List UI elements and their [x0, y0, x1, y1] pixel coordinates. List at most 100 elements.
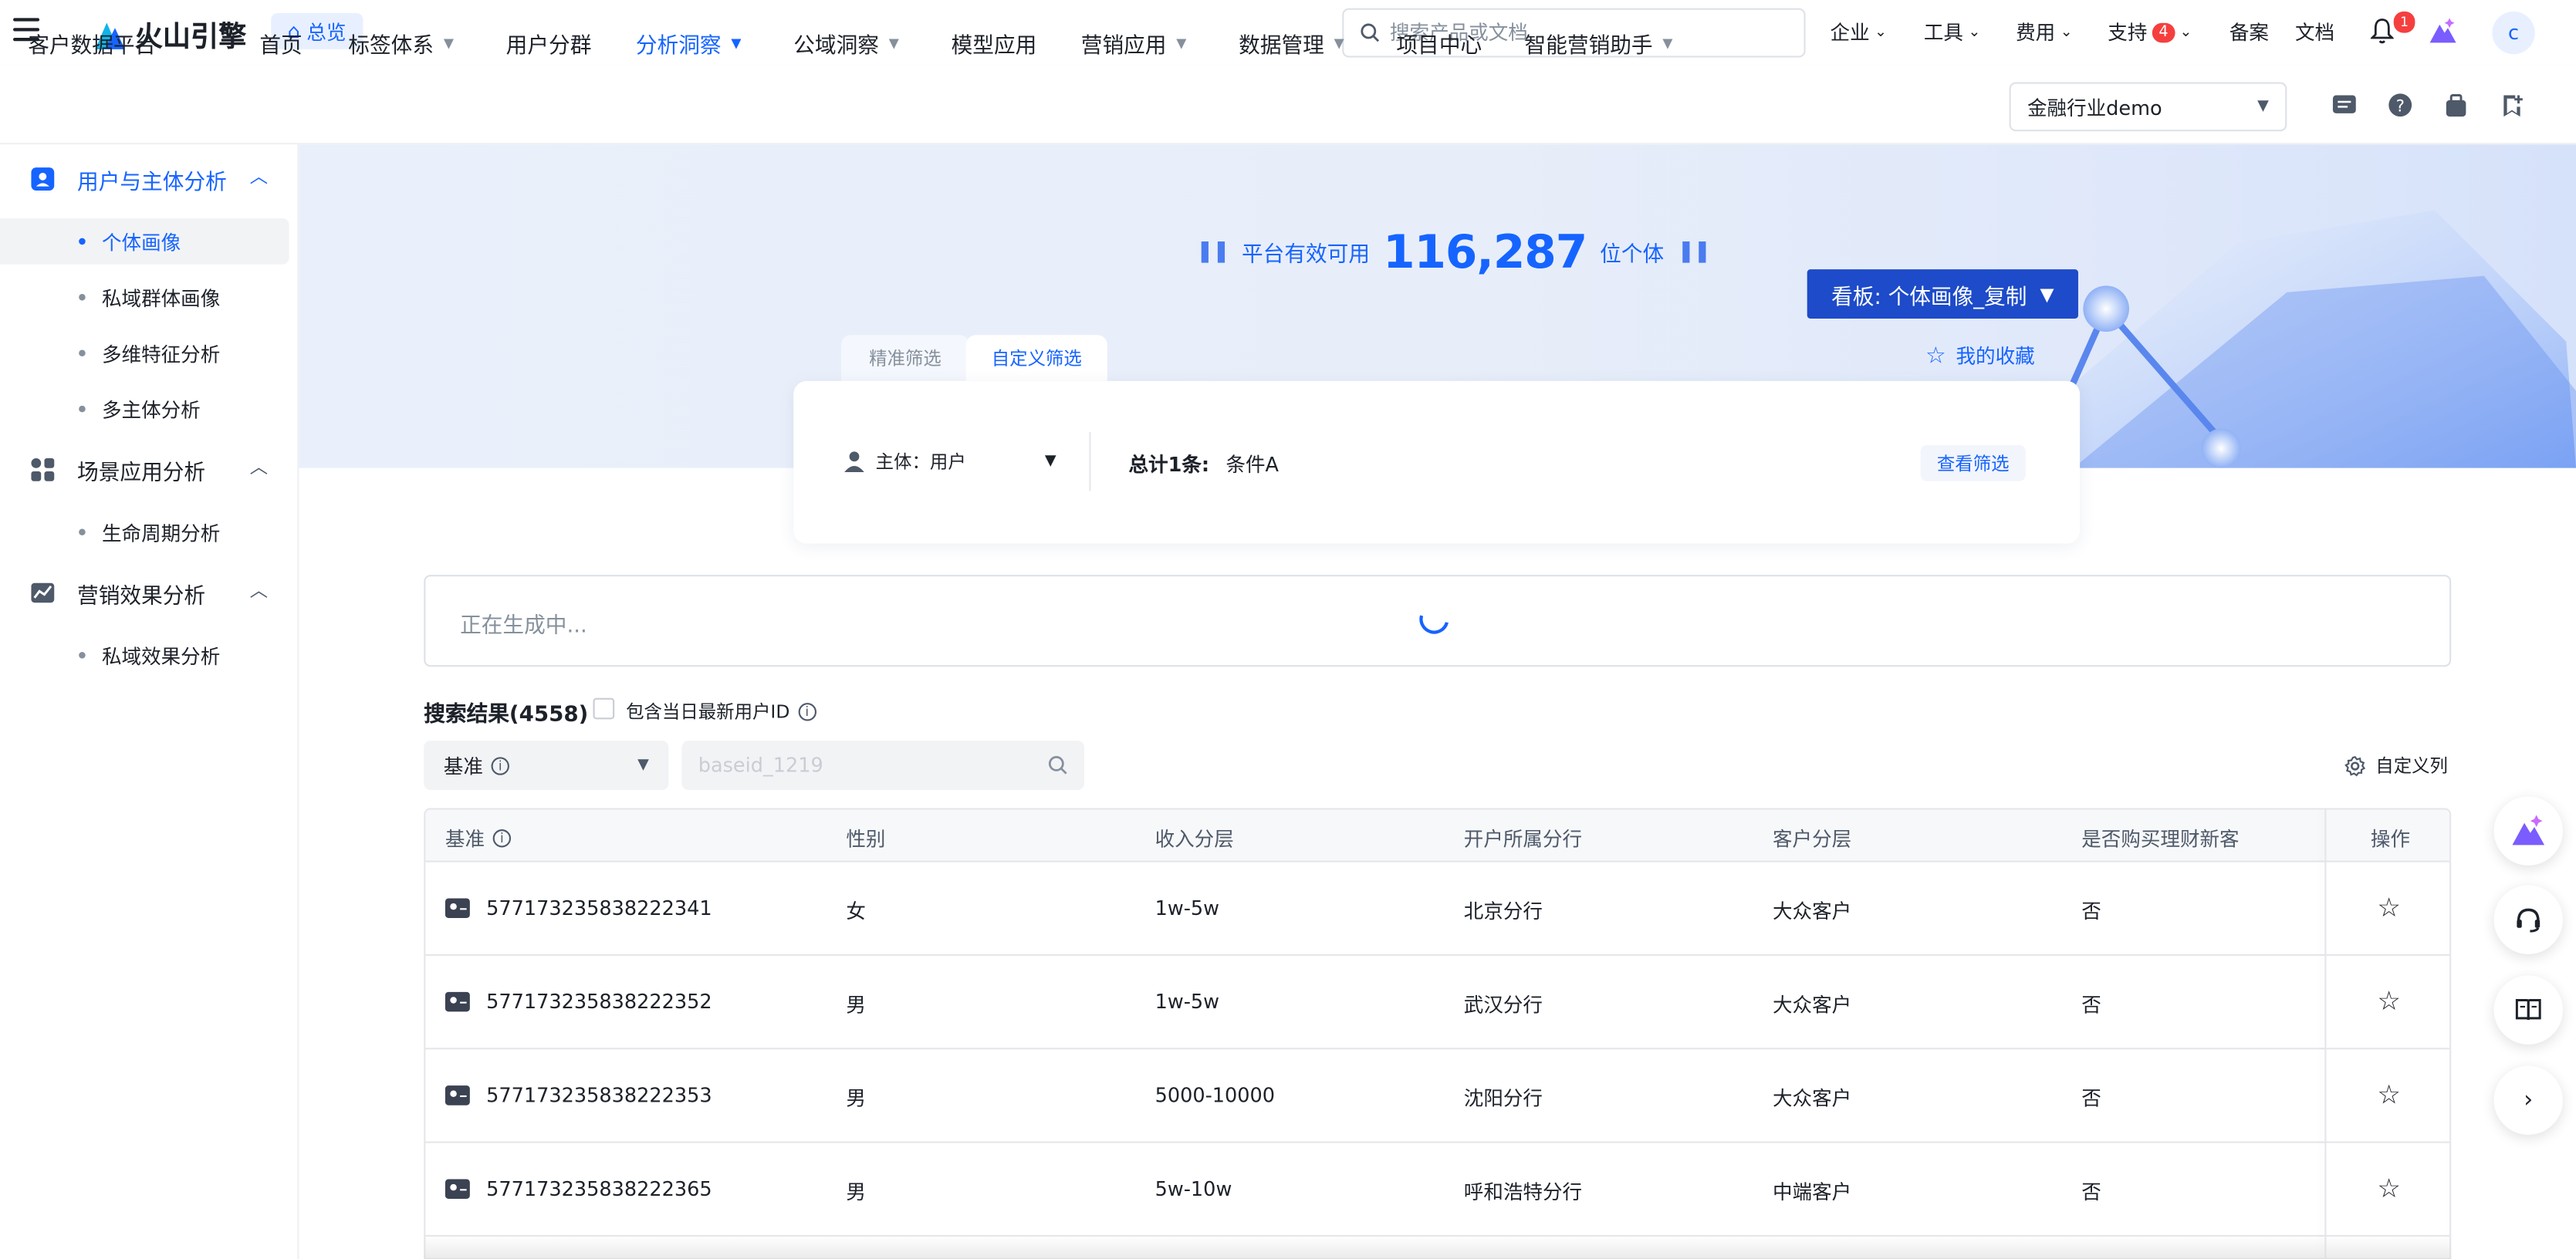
billing-menu[interactable]: 费用 ⌄: [2016, 18, 2073, 46]
results-title: 搜索结果(4558): [424, 703, 589, 728]
hero-prefix: 平台有效可用: [1241, 243, 1371, 268]
divider: [1089, 431, 1091, 491]
cell-id[interactable]: 577173235838222365: [445, 1177, 712, 1200]
sidebar-group-marketing-effect[interactable]: 营销效果分析 ︿: [0, 573, 299, 613]
nav-project-center[interactable]: 项目中心: [1397, 28, 1482, 59]
cell-id-value: 577173235838222353: [486, 1084, 712, 1107]
enterprise-label: 企业: [1830, 21, 1870, 45]
tab-custom-filter[interactable]: 自定义筛选: [965, 335, 1107, 381]
nav-model-app[interactable]: 模型应用: [952, 28, 1037, 59]
sidebar-item-label: 多维特征分析: [101, 342, 221, 366]
tools-menu[interactable]: 工具 ⌄: [1924, 18, 1981, 46]
ai-assistant-icon: [2512, 815, 2545, 846]
table-row[interactable]: 577173235838222365 男 5w-10w 呼和浩特分行 中端客户 …: [425, 1143, 2450, 1237]
cell-id[interactable]: 577173235838222341: [445, 896, 712, 920]
message-icon[interactable]: [2331, 92, 2358, 118]
star-outline-icon[interactable]: ☆: [2377, 1079, 2401, 1110]
custom-columns-button[interactable]: 自定义列: [2344, 752, 2448, 778]
help-icon[interactable]: ?: [2387, 92, 2413, 118]
star-outline-icon[interactable]: ☆: [2377, 892, 2401, 923]
avatar[interactable]: c: [2492, 11, 2535, 55]
column-header-customer-tier: 客户分层: [1773, 825, 1851, 852]
search-icon[interactable]: [1048, 755, 1068, 775]
sidebar-group-scenario[interactable]: 场景应用分析 ︿: [0, 450, 299, 489]
nav-marketing-app[interactable]: 营销应用 ▼: [1081, 28, 1187, 59]
support-menu[interactable]: 支持 4 ⌄: [2108, 18, 2192, 46]
subject-select[interactable]: 主体：用户 ▼: [843, 448, 1056, 474]
bookmark-add-icon[interactable]: [2499, 92, 2525, 118]
cell-branch: 武汉分行: [1463, 993, 1543, 1017]
nav-smart-marketing[interactable]: 智能营销助手 ▼: [1525, 28, 1673, 59]
sidebar-item-individual-profile[interactable]: 个体画像: [0, 218, 289, 265]
star-outline-icon[interactable]: ☆: [2377, 985, 2401, 1016]
cell-income: 5w-10w: [1154, 1177, 1232, 1201]
sidebar-item-lifecycle[interactable]: 生命周期分析: [0, 509, 289, 555]
info-icon[interactable]: i: [798, 702, 816, 721]
star-outline-icon[interactable]: ☆: [2377, 1173, 2401, 1203]
docs-link[interactable]: 文档: [2295, 18, 2334, 46]
enterprise-menu[interactable]: 企业 ⌄: [1831, 18, 1888, 46]
bullet-dot: [79, 238, 86, 245]
caret-down-icon: ▼: [2040, 283, 2054, 305]
id-search-input[interactable]: [698, 754, 1027, 777]
nav-public-insight[interactable]: 公域洞察 ▼: [793, 28, 899, 59]
bell-icon[interactable]: [2370, 18, 2394, 44]
chevron-up-icon: ︿: [249, 166, 268, 187]
cell-id[interactable]: 577173235838222353: [445, 1084, 712, 1107]
view-filter-button[interactable]: 查看筛选: [1920, 444, 2026, 481]
info-icon[interactable]: i: [492, 829, 512, 848]
include-today-checkbox[interactable]: [593, 697, 615, 720]
star-outline-icon: ☆: [1925, 342, 1946, 369]
chevron-down-icon: ⌄: [2179, 23, 2192, 41]
sidebar-item-private-group-profile[interactable]: 私域群体画像: [0, 275, 289, 321]
sidebar-item-private-effect[interactable]: 私域效果分析: [0, 633, 289, 679]
cell-new-wealth-buyer: 否: [2081, 1180, 2101, 1204]
notification-badge: 1: [2393, 11, 2415, 33]
nav-home-label: 首页: [259, 34, 303, 59]
briefcase-icon[interactable]: [2443, 92, 2470, 118]
filing-link[interactable]: 备案: [2229, 18, 2269, 46]
sidebar-group-label: 营销效果分析: [77, 583, 206, 609]
customer-service-float-button[interactable]: [2493, 885, 2563, 954]
person-icon: [844, 451, 864, 473]
my-favorites-link[interactable]: ☆ 我的收藏: [1925, 342, 2035, 370]
nav-analysis-insight[interactable]: 分析洞察 ▼: [636, 28, 742, 59]
cell-branch: 呼和浩特分行: [1463, 1180, 1583, 1204]
column-header-baseline: 基准 i: [445, 825, 512, 852]
tab-label: 精准筛选: [869, 348, 941, 370]
cell-income: 1w-5w: [1154, 896, 1220, 920]
cell-id[interactable]: 577173235838222352: [445, 991, 712, 1013]
cell-gender: 男: [846, 1087, 866, 1111]
table-row[interactable]: 577173235838222352 男 1w-5w 武汉分行 大众客户 否 ☆: [425, 956, 2450, 1050]
id-search[interactable]: [681, 741, 1085, 790]
bullet-dot: [79, 405, 86, 413]
tenant-select[interactable]: 金融行业demo ▼: [2009, 82, 2287, 132]
quote-close-icon: ❚❚: [1677, 239, 1711, 265]
nav-project-center-label: 项目中心: [1396, 34, 1482, 59]
table-row[interactable]: 577173235838222353 男 5000-10000 沈阳分行 大众客…: [425, 1049, 2450, 1143]
nav-user-segment[interactable]: 用户分群: [506, 28, 592, 59]
filing-label: 备案: [2229, 21, 2269, 45]
tools-label: 工具: [1923, 21, 1963, 45]
id-type-select[interactable]: 基准 i ▼: [424, 741, 669, 790]
nav-tag-system[interactable]: 标签体系 ▼: [348, 28, 454, 59]
nav-home[interactable]: 首页: [259, 28, 302, 59]
ai-assistant-float-button[interactable]: [2493, 796, 2563, 866]
sidebar-group-user-subject[interactable]: 用户与主体分析 ︿: [0, 159, 299, 198]
board-select-button[interactable]: 看板: 个体画像_复制 ▼: [1807, 269, 2078, 319]
nav-data-management[interactable]: 数据管理 ▼: [1239, 28, 1344, 59]
sidebar-item-multi-feature[interactable]: 多维特征分析: [0, 330, 289, 376]
column-header-label: 操作: [2370, 827, 2411, 851]
column-header-label: 开户所属分行: [1463, 827, 1583, 851]
overview-label: 总览: [306, 20, 347, 44]
sidebar: 用户与主体分析 ︿ 个体画像 私域群体画像 多维特征分析 多主体分析 场景应用分…: [0, 144, 299, 1259]
sidebar-item-label: 私域效果分析: [101, 644, 221, 668]
expand-float-button[interactable]: ›: [2493, 1065, 2563, 1136]
user-card-icon: [29, 166, 56, 192]
table-row[interactable]: 577173235838222341 女 1w-5w 北京分行 大众客户 否 ☆: [425, 862, 2450, 956]
include-today-label: 包含当日最新用户ID i: [626, 698, 816, 724]
tab-precise-filter[interactable]: 精准筛选: [840, 335, 970, 381]
sidebar-item-multi-subject[interactable]: 多主体分析: [0, 386, 289, 432]
docs-float-button[interactable]: [2493, 975, 2563, 1045]
ai-assistant-icon[interactable]: [2428, 16, 2457, 46]
